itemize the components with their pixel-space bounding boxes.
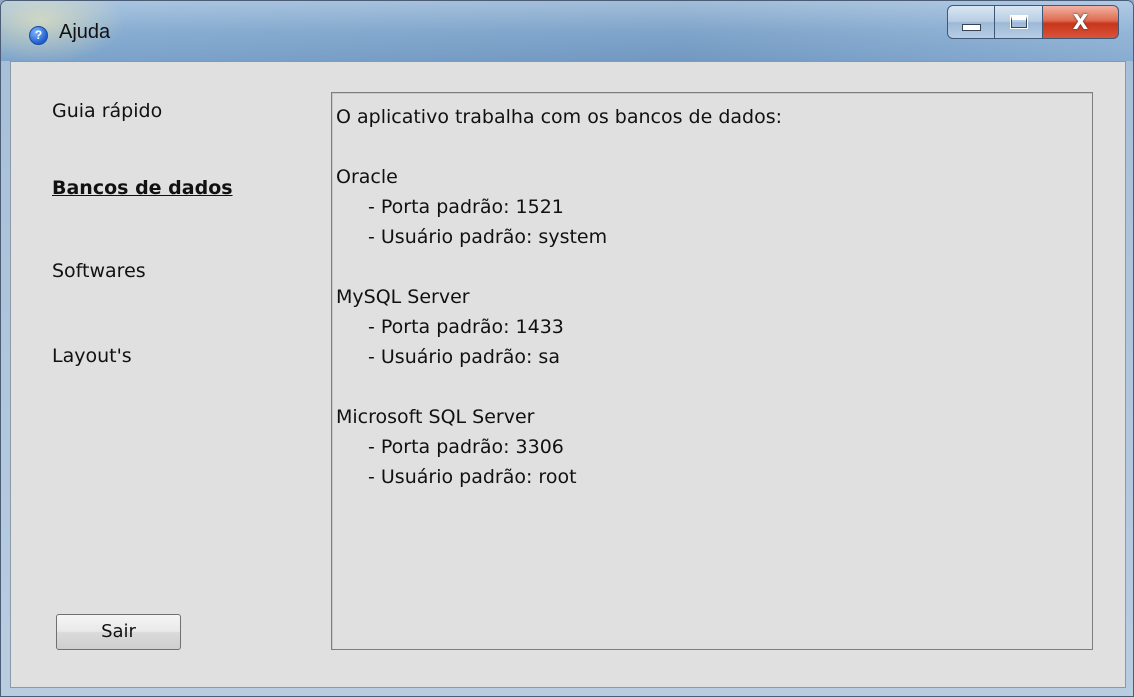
db-port-mysql: - Porta padrão: 1433 — [368, 316, 564, 338]
title-bar[interactable]: ? Ajuda X — [1, 1, 1133, 61]
minimize-icon — [961, 23, 981, 31]
db-user-mysql: - Usuário padrão: sa — [368, 346, 560, 368]
help-window: ? Ajuda X Guia rápido Bancos de dados So… — [0, 0, 1134, 697]
close-button[interactable]: X — [1043, 5, 1119, 39]
maximize-icon — [1009, 15, 1028, 29]
db-name-mysql: MySQL Server — [336, 286, 470, 308]
nav-item-softwares[interactable]: Softwares — [52, 260, 146, 282]
nav-item-guia-rapido[interactable]: Guia rápido — [52, 100, 162, 122]
db-name-mssql: Microsoft SQL Server — [336, 406, 535, 428]
nav-item-layouts[interactable]: Layout's — [52, 345, 132, 367]
minimize-button[interactable] — [947, 5, 995, 39]
db-port-mssql: - Porta padrão: 3306 — [368, 436, 564, 458]
window-controls: X — [947, 5, 1119, 39]
client-area: Guia rápido Bancos de dados Softwares La… — [10, 61, 1126, 688]
close-icon: X — [1072, 10, 1089, 34]
help-question-icon: ? — [29, 26, 48, 45]
db-port-oracle: - Porta padrão: 1521 — [368, 196, 564, 218]
maximize-button[interactable] — [995, 5, 1043, 39]
content-intro: O aplicativo trabalha com os bancos de d… — [336, 106, 783, 128]
db-name-oracle: Oracle — [336, 166, 398, 188]
window-title: Ajuda — [59, 21, 111, 43]
exit-button[interactable]: Sair — [56, 614, 181, 650]
nav-item-bancos-de-dados[interactable]: Bancos de dados — [52, 177, 233, 199]
help-content-panel: O aplicativo trabalha com os bancos de d… — [331, 92, 1093, 650]
db-user-mssql: - Usuário padrão: root — [368, 466, 577, 488]
db-user-oracle: - Usuário padrão: system — [368, 226, 608, 248]
